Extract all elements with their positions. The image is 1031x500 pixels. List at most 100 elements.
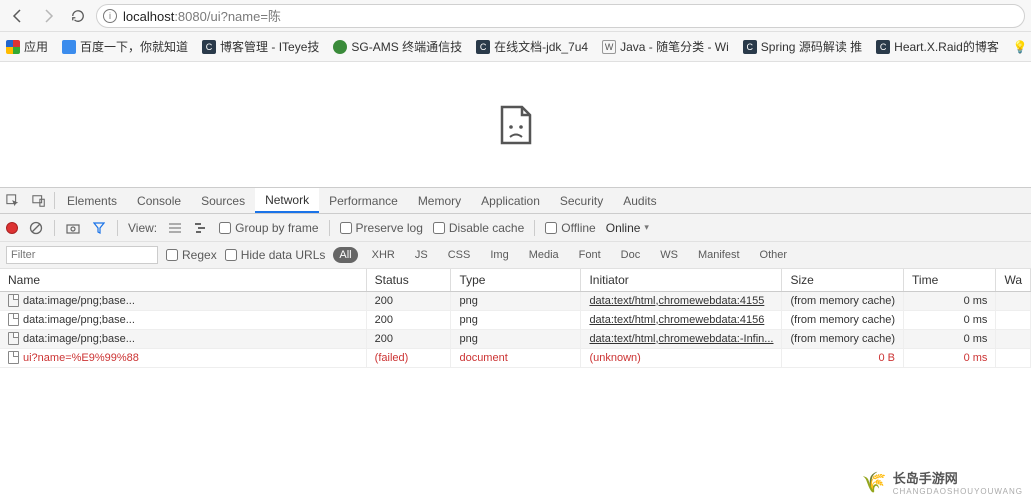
clear-button[interactable] — [28, 220, 44, 236]
regex-checkbox[interactable]: Regex — [166, 248, 217, 262]
bookmark-item[interactable]: WJava - 随笔分类 - Wi — [602, 38, 729, 55]
col-type[interactable]: Type — [451, 269, 581, 291]
type-cell: png — [451, 291, 581, 310]
network-toolbar: View: Group by frame Preserve log Disabl… — [0, 214, 1031, 242]
initiator-link[interactable]: data:text/html,chromewebdata:4156 — [589, 314, 764, 326]
large-rows-icon[interactable] — [167, 220, 183, 236]
col-waterfall[interactable]: Wa — [996, 269, 1031, 291]
disable-cache-label: Disable cache — [449, 221, 524, 235]
inspect-element-icon[interactable] — [0, 188, 26, 213]
initiator-link[interactable]: data:text/html,chromewebdata:4155 — [589, 295, 764, 307]
url-path: /ui?name=陈 — [207, 9, 281, 24]
forward-button[interactable] — [36, 4, 60, 28]
filter-type-media[interactable]: Media — [523, 247, 565, 263]
size-cell: (from memory cache) — [782, 310, 904, 329]
status-cell: (failed) — [366, 348, 451, 367]
reload-button[interactable] — [66, 4, 90, 28]
time-cell: 0 ms — [904, 291, 996, 310]
file-icon — [8, 313, 19, 326]
bookmark-item[interactable]: CSpring 源码解读 推 — [743, 38, 862, 55]
request-name: data:image/png;base... — [23, 314, 135, 326]
favicon-icon — [62, 40, 76, 54]
filter-type-js[interactable]: JS — [409, 247, 434, 263]
site-info-icon[interactable]: i — [103, 9, 117, 23]
tab-security[interactable]: Security — [550, 188, 613, 213]
bookmark-label: Java - 随笔分类 - Wi — [620, 38, 729, 55]
bookmark-item[interactable]: 百度一下，你就知道 — [62, 38, 188, 55]
filter-type-font[interactable]: Font — [573, 247, 607, 263]
device-toolbar-icon[interactable] — [26, 188, 52, 213]
preserve-log-label: Preserve log — [356, 221, 423, 235]
filter-input[interactable] — [6, 246, 158, 264]
tab-performance[interactable]: Performance — [319, 188, 408, 213]
url-port: :8080 — [174, 9, 207, 24]
bookmark-item[interactable]: SG-AMS 终端通信技 — [333, 38, 462, 55]
filter-type-css[interactable]: CSS — [442, 247, 477, 263]
col-size[interactable]: Size — [782, 269, 904, 291]
bookmark-item[interactable]: C博客管理 - ITeye技 — [202, 38, 319, 55]
type-cell: png — [451, 329, 581, 348]
disable-cache-checkbox[interactable]: Disable cache — [433, 221, 524, 235]
favicon-icon — [333, 40, 347, 54]
apps-button[interactable]: 应用 — [6, 38, 48, 55]
tab-elements[interactable]: Elements — [57, 188, 127, 213]
filter-icon[interactable] — [91, 220, 107, 236]
waterfall-view-icon[interactable] — [193, 220, 209, 236]
tab-application[interactable]: Application — [471, 188, 550, 213]
bookmark-item[interactable]: CHeart.X.Raid的博客 — [876, 38, 999, 55]
tab-memory[interactable]: Memory — [408, 188, 471, 213]
status-cell: 200 — [366, 291, 451, 310]
hide-data-urls-checkbox[interactable]: Hide data URLs — [225, 248, 326, 262]
type-cell: png — [451, 310, 581, 329]
bookmark-item[interactable]: 💡Java Plat — [1013, 40, 1031, 54]
throttling-select[interactable]: Online — [606, 221, 649, 235]
type-cell: document — [451, 348, 581, 367]
page-content — [0, 62, 1031, 187]
col-status[interactable]: Status — [366, 269, 451, 291]
tab-sources[interactable]: Sources — [191, 188, 255, 213]
filter-type-ws[interactable]: WS — [654, 247, 684, 263]
time-cell: 0 ms — [904, 310, 996, 329]
favicon-icon: C — [476, 40, 490, 54]
bookmark-label: SG-AMS 终端通信技 — [351, 38, 462, 55]
tab-audits[interactable]: Audits — [613, 188, 666, 213]
tab-network[interactable]: Network — [255, 188, 319, 213]
tab-console[interactable]: Console — [127, 188, 191, 213]
preserve-log-checkbox[interactable]: Preserve log — [340, 221, 423, 235]
separator — [54, 220, 55, 236]
table-row[interactable]: ui?name=%E9%99%88(failed)document(unknow… — [0, 348, 1031, 367]
col-name[interactable]: Name — [0, 269, 366, 291]
initiator-link[interactable]: data:text/html,chromewebdata:-Infin... — [589, 333, 773, 345]
filter-type-manifest[interactable]: Manifest — [692, 247, 746, 263]
record-button[interactable] — [6, 222, 18, 234]
col-initiator[interactable]: Initiator — [581, 269, 782, 291]
filter-type-all[interactable]: All — [333, 247, 357, 263]
address-bar[interactable]: i localhost:8080/ui?name=陈 — [96, 4, 1025, 28]
file-icon — [8, 332, 19, 345]
offline-checkbox[interactable]: Offline — [545, 221, 595, 235]
filter-type-img[interactable]: Img — [484, 247, 514, 263]
table-row[interactable]: data:image/png;base...200pngdata:text/ht… — [0, 310, 1031, 329]
size-cell: (from memory cache) — [782, 291, 904, 310]
group-by-frame-checkbox[interactable]: Group by frame — [219, 221, 318, 235]
filter-type-xhr[interactable]: XHR — [366, 247, 401, 263]
waterfall-cell — [996, 348, 1031, 367]
favicon-icon: C — [202, 40, 216, 54]
time-cell: 0 ms — [904, 329, 996, 348]
group-by-frame-label: Group by frame — [235, 221, 318, 235]
table-row[interactable]: data:image/png;base...200pngdata:text/ht… — [0, 329, 1031, 348]
back-button[interactable] — [6, 4, 30, 28]
bookmark-item[interactable]: C在线文档-jdk_7u4 — [476, 38, 588, 55]
capture-screenshot-icon[interactable] — [65, 220, 81, 236]
col-time[interactable]: Time — [904, 269, 996, 291]
file-icon — [8, 294, 19, 307]
filter-type-other[interactable]: Other — [754, 247, 794, 263]
filter-type-doc[interactable]: Doc — [615, 247, 647, 263]
table-row[interactable]: data:image/png;base...200pngdata:text/ht… — [0, 291, 1031, 310]
watermark-sub: CHANGDAOSHOUYOUWANG — [893, 487, 1023, 496]
time-cell: 0 ms — [904, 348, 996, 367]
view-label: View: — [128, 221, 157, 235]
bookmark-label: Spring 源码解读 推 — [761, 38, 862, 55]
watermark-title: 长岛手游网 — [893, 468, 1023, 487]
url-host: localhost — [123, 9, 174, 24]
